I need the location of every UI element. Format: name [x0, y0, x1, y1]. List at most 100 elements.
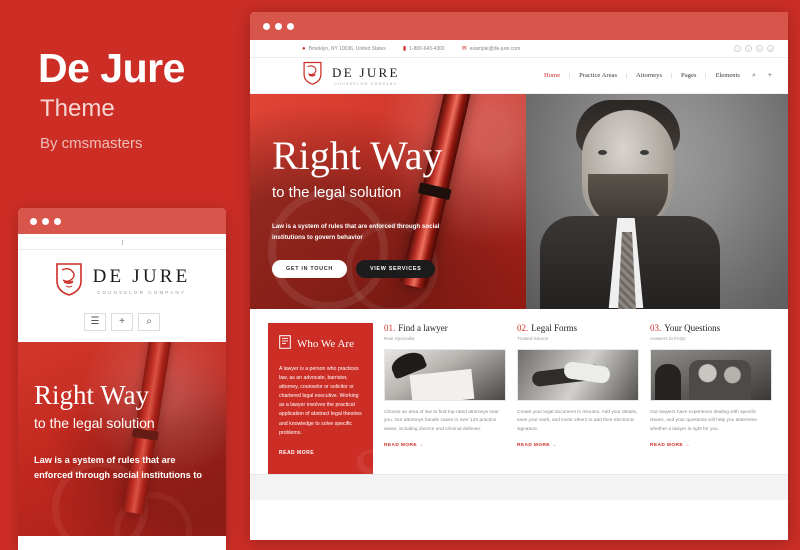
view-services-button[interactable]: VIEW SERVICES	[355, 259, 436, 278]
email-text: example@de-jure.com	[469, 45, 521, 52]
feature-1-header: 01. Find a lawyer	[384, 323, 506, 333]
search-icon[interactable]: ⌕	[138, 312, 160, 331]
envelope-icon: ✉	[461, 45, 467, 52]
feature-2-subtitle: Trusted Source	[517, 336, 549, 341]
google-plus-icon[interactable]: g	[767, 45, 774, 52]
site-logo[interactable]: DE JURE COUNSELOR COMPANY	[302, 61, 400, 90]
linkedin-icon[interactable]: in	[756, 45, 763, 52]
gavel-and-contract-photo	[384, 349, 506, 401]
mobile-hero-subtitle: to the legal solution	[34, 415, 155, 431]
phone-icon: ▮	[402, 45, 407, 52]
mobile-hero-footer	[18, 536, 226, 550]
content-section: Ѕ Who We Are A lawyer is a person who pr…	[250, 309, 788, 500]
shield-crest-icon	[302, 61, 323, 90]
feature-3-header: 03. Your Questions	[650, 323, 772, 333]
who-we-are-title: Who We Are	[297, 338, 354, 350]
shield-crest-icon	[54, 262, 84, 301]
feature-3-subtitle: Answers to FAQs	[650, 336, 686, 341]
get-in-touch-button[interactable]: GET IN TOUCH	[272, 259, 347, 278]
feature-3-title: Your Questions	[664, 323, 721, 333]
brand-name: DE JURE	[92, 266, 191, 287]
menu-separator	[705, 73, 707, 78]
mobile-hero-description: Law is a system of rules that are enforc…	[34, 455, 202, 480]
hero-description: Law is a system of rules that are enforc…	[272, 223, 440, 241]
social-links: f t in g	[734, 45, 774, 52]
nav-item-home[interactable]: Home	[544, 72, 560, 79]
mobile-titlebar	[18, 208, 226, 234]
portrait-eye-left	[598, 150, 607, 155]
mobile-logo-text: DE JURE COUNSELOR COMPANY	[93, 267, 191, 295]
feature-1-read-more[interactable]: READ MORE →	[384, 443, 506, 448]
lawyers-meeting-photo	[650, 349, 772, 401]
hero-buttons: GET IN TOUCH VIEW SERVICES	[272, 259, 522, 278]
feature-3-body: Our lawyers have experience dealing with…	[650, 410, 757, 432]
mobile-logo[interactable]: DE JURE COUNSELOR COMPANY	[54, 262, 191, 301]
nav-item-pages[interactable]: Pages	[681, 72, 696, 79]
mobile-mockup: DE JURE COUNSELOR COMPANY ☰ + ⌕ Right Wa…	[18, 208, 226, 550]
nav-item-practice-areas[interactable]: Practice Areas	[579, 72, 617, 79]
window-dot-close[interactable]	[30, 217, 37, 225]
feature-2-body: Create your legal document in minutes. A…	[517, 410, 638, 432]
site-navbar: DE JURE COUNSELOR COMPANY Home Practice …	[250, 58, 788, 94]
portrait-eye-right	[640, 150, 649, 155]
hero-subtitle: to the legal solution	[272, 184, 402, 201]
brand-tagline: COUNSELOR COMPANY	[97, 290, 186, 295]
site-topbar: ● Brooklyn, NY 10036, United States ▮ 1-…	[250, 40, 788, 58]
phone-text: 1-800-643-4300	[409, 45, 445, 52]
feature-3-read-more[interactable]: READ MORE →	[650, 443, 772, 448]
window-dot-maximize[interactable]	[287, 22, 294, 30]
hero-portrait-photo	[526, 94, 788, 309]
browser-mockup: ● Brooklyn, NY 10036, United States ▮ 1-…	[250, 12, 788, 540]
handshake-photo	[517, 349, 639, 401]
topbar-phone[interactable]: ▮ 1-800-643-4300	[403, 46, 445, 52]
who-we-are-body: A lawyer is a person who practices law, …	[279, 366, 362, 436]
window-dot-minimize[interactable]	[42, 217, 49, 225]
brand-tagline: COUNSELOR COMPANY	[334, 81, 398, 86]
menu-separator	[569, 73, 571, 78]
promo-author: By cmsmasters	[40, 135, 143, 152]
address-text: Brooklyn, NY 10036, United States	[308, 45, 386, 52]
mobile-header: DE JURE COUNSELOR COMPANY ☰ + ⌕	[18, 250, 226, 342]
book-icon	[279, 335, 291, 354]
feature-2-read-more[interactable]: READ MORE →	[517, 443, 639, 448]
menu-separator	[626, 73, 628, 78]
window-dot-maximize[interactable]	[54, 217, 61, 225]
feature-2-number: 02.	[517, 323, 529, 333]
hero-section: Right Way to the legal solution Law is a…	[250, 94, 788, 309]
menu-separator	[671, 73, 673, 78]
content-footer-strip	[250, 474, 788, 500]
mobile-hero-text: Right Way to the legal solution Law is a…	[34, 382, 214, 482]
brand-name: DE JURE	[332, 64, 400, 80]
mobile-action-buttons: ☰ + ⌕	[84, 312, 160, 331]
feature-1-number: 01.	[384, 323, 396, 333]
site-logo-text: DE JURE COUNSELOR COMPANY	[332, 66, 400, 86]
plus-icon[interactable]: +	[111, 312, 133, 331]
window-dot-close[interactable]	[263, 22, 270, 30]
search-icon[interactable]: ⌕	[752, 72, 756, 80]
topbar-address: ● Brooklyn, NY 10036, United States	[302, 46, 386, 52]
feature-1-title: Find a lawyer	[398, 323, 448, 333]
nav-item-elements[interactable]: Elements	[715, 72, 740, 79]
mobile-hero-title: Right Way	[34, 380, 150, 410]
hamburger-icon[interactable]: ☰	[84, 312, 106, 331]
topbar-email[interactable]: ✉ example@de-jure.com	[462, 46, 520, 52]
mobile-urlbar[interactable]	[18, 234, 226, 250]
who-we-are-header: Who We Are	[279, 335, 362, 354]
plus-icon[interactable]: +	[768, 72, 772, 79]
feature-2-title: Legal Forms	[531, 323, 577, 333]
promo-subtitle: Theme	[40, 95, 115, 122]
map-pin-icon: ●	[302, 45, 306, 52]
feature-2-header: 02. Legal Forms	[517, 323, 639, 333]
mobile-hero: Right Way to the legal solution Law is a…	[18, 342, 226, 550]
hero-text-block: Right Way to the legal solution Law is a…	[272, 136, 522, 278]
facebook-icon[interactable]: f	[734, 45, 741, 52]
who-we-are-read-more[interactable]: READ MORE	[279, 450, 362, 456]
twitter-icon[interactable]: t	[745, 45, 752, 52]
hero-title: Right Way	[272, 133, 443, 178]
browser-titlebar	[250, 12, 788, 40]
feature-1-subtitle: Real Specialist	[384, 336, 415, 341]
window-dot-minimize[interactable]	[275, 22, 282, 30]
nav-item-attorneys[interactable]: Attorneys	[636, 72, 662, 79]
feature-3-number: 03.	[650, 323, 662, 333]
feature-1-body: Choose an area of law to find top-rated …	[384, 410, 499, 432]
